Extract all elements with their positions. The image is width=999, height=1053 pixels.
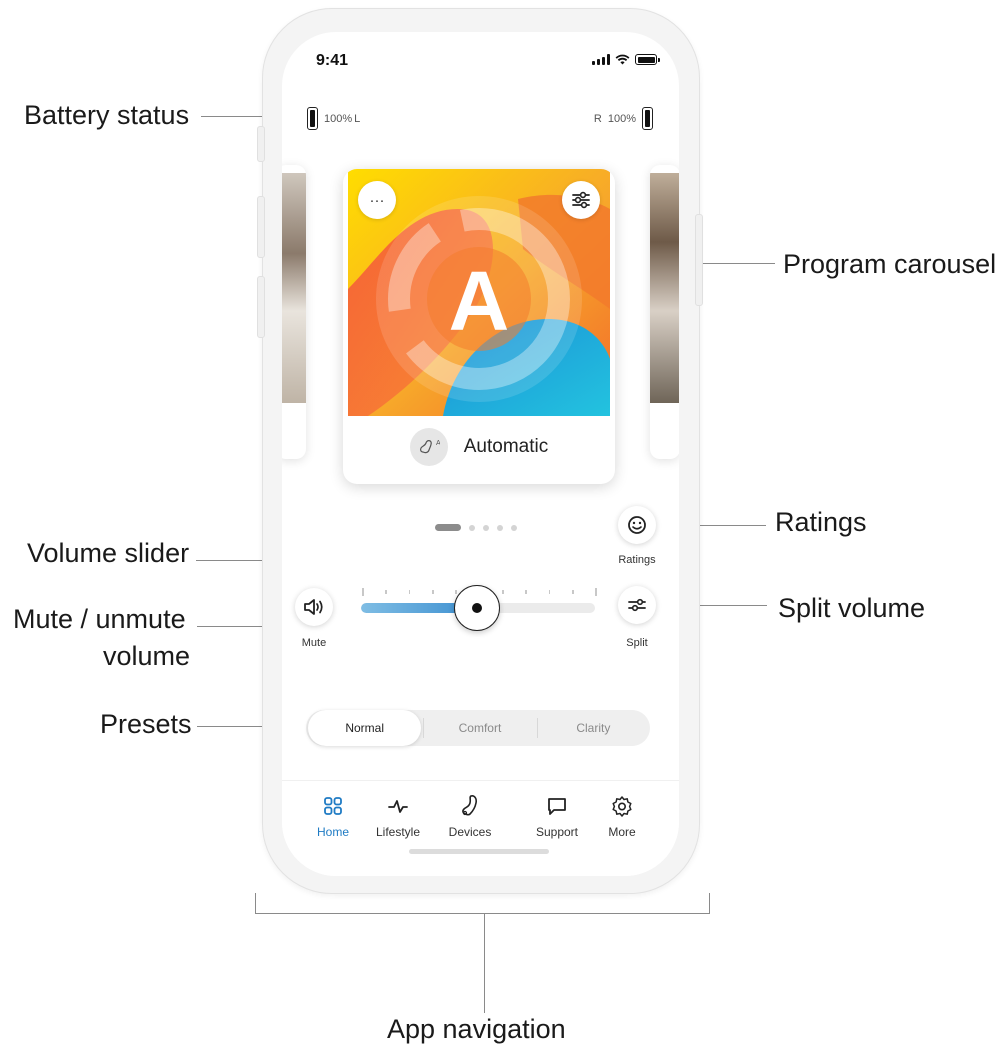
- ellipsis-icon: ···: [369, 191, 385, 209]
- carousel-pager: [435, 524, 517, 531]
- mute-switch: [257, 126, 265, 162]
- home-indicator[interactable]: [409, 849, 549, 854]
- tab-more[interactable]: More: [590, 795, 654, 839]
- volume-slider-thumb[interactable]: [454, 585, 500, 631]
- volume-up-button: [257, 196, 265, 258]
- callout-volume-slider: Volume slider: [27, 538, 190, 568]
- callout-split-volume: Split volume: [778, 593, 926, 623]
- split-volume-button[interactable]: [618, 586, 656, 624]
- previous-program-card[interactable]: [282, 165, 306, 459]
- ratings-label: Ratings: [618, 554, 656, 566]
- callout-battery-status: Battery status: [24, 100, 190, 130]
- callout-program-carousel: Program carousel: [783, 249, 997, 279]
- right-battery-level: 100%: [607, 112, 636, 125]
- wifi-icon: [615, 54, 630, 65]
- split-label: Split: [626, 637, 648, 649]
- smiley-icon: [628, 516, 646, 534]
- program-adjust-button[interactable]: [562, 181, 600, 219]
- status-icons: [592, 54, 660, 65]
- pager-dot[interactable]: [511, 524, 517, 531]
- tab-devices-label: Devices: [448, 825, 492, 839]
- tab-support-label: Support: [535, 825, 579, 839]
- callout-ratings: Ratings: [775, 507, 867, 537]
- tab-lifestyle[interactable]: Lifestyle: [366, 795, 430, 839]
- ratings-button[interactable]: [618, 506, 656, 544]
- phone-battery-icon: [635, 54, 660, 65]
- pager-dot[interactable]: [469, 524, 475, 531]
- chat-icon: [548, 798, 566, 815]
- program-icon-letter: A: [436, 440, 440, 447]
- app-screen: 9:41 100% L R 100% A ··· A Automatic Rat…: [282, 32, 679, 876]
- pager-dot[interactable]: [435, 524, 461, 531]
- callout-mute-line2: volume: [102, 641, 190, 671]
- left-battery-level: 100%: [324, 112, 353, 125]
- sliders-icon: [572, 191, 590, 209]
- tab-more-label: More: [608, 825, 636, 839]
- signal-icon: [592, 54, 610, 65]
- left-battery-status: 100% L: [307, 107, 360, 130]
- tab-devices[interactable]: Devices: [438, 795, 502, 839]
- program-name: Automatic: [463, 436, 549, 457]
- callout-mute-line1: Mute / unmute: [13, 604, 186, 634]
- preset-clarity[interactable]: Clarity: [536, 710, 650, 746]
- preset-comfort[interactable]: Comfort: [423, 710, 536, 746]
- right-battery-icon: [642, 107, 653, 130]
- presets-segmented-control: Normal Comfort Clarity: [306, 710, 650, 746]
- callout-presets: Presets: [100, 709, 192, 739]
- hearing-aid-icon: [462, 795, 477, 816]
- tab-home[interactable]: Home: [301, 795, 365, 839]
- preset-normal[interactable]: Normal: [308, 710, 422, 746]
- tab-lifestyle-label: Lifestyle: [375, 825, 421, 839]
- left-battery-icon: [307, 107, 318, 130]
- hearing-aid-automatic-icon: A: [409, 428, 448, 466]
- volume-down-button: [257, 276, 265, 338]
- split-sliders-icon: [628, 598, 646, 612]
- tab-home-label: Home: [316, 825, 349, 839]
- mute-button[interactable]: [295, 588, 333, 626]
- pager-dot[interactable]: [483, 524, 489, 531]
- gear-icon: [612, 796, 632, 817]
- left-side-label: L: [354, 112, 361, 125]
- pager-dot[interactable]: [497, 524, 503, 531]
- callout-app-navigation: App navigation: [387, 1014, 566, 1044]
- program-card-automatic[interactable]: A ··· A Automatic: [343, 169, 615, 484]
- power-button: [695, 214, 703, 306]
- status-time: 9:41: [316, 52, 349, 69]
- program-more-button[interactable]: ···: [358, 181, 396, 219]
- activity-icon: [388, 800, 408, 813]
- mute-label: Mute: [301, 637, 327, 649]
- right-battery-status: R 100%: [594, 107, 653, 130]
- right-side-label: R: [593, 112, 602, 125]
- grid-icon: [324, 797, 342, 815]
- next-program-card[interactable]: [650, 165, 679, 459]
- tab-support[interactable]: Support: [525, 795, 589, 839]
- program-letter: A: [449, 254, 510, 348]
- speaker-icon: [304, 599, 323, 615]
- app-navigation-bar: Home Lifestyle Devices Support More: [282, 780, 679, 876]
